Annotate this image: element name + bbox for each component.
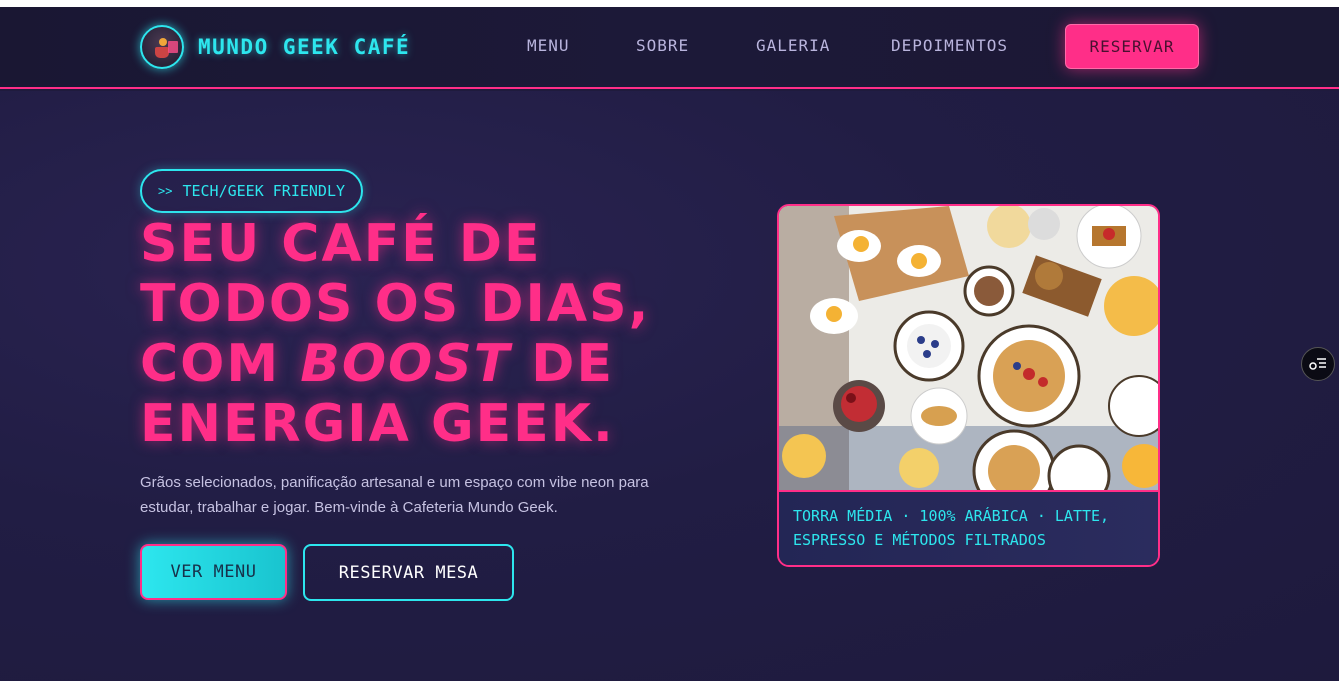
view-menu-button[interactable]: VER MENU bbox=[140, 544, 287, 600]
headline-line-4: ENERGIA GEEK. bbox=[140, 394, 615, 454]
navbar: MUNDO GEEK CAFÉ MENU SOBRE GALERIA DEPOI… bbox=[0, 7, 1339, 89]
headline-boost: BOOST bbox=[300, 334, 512, 394]
reserve-button[interactable]: RESERVAR bbox=[1065, 24, 1199, 69]
brand-name: MUNDO GEEK CAFÉ bbox=[198, 35, 411, 59]
nav-link-sobre[interactable]: SOBRE bbox=[636, 36, 689, 55]
nav-link-galeria[interactable]: GALERIA bbox=[756, 36, 830, 55]
arrow-icon: >> bbox=[158, 184, 173, 198]
headline-line-3-pre: COM bbox=[140, 334, 301, 394]
headline-line-2: TODOS OS DIAS, bbox=[140, 274, 651, 334]
headline-line-3-post: DE bbox=[511, 334, 614, 394]
reserve-table-button[interactable]: RESERVAR MESA bbox=[303, 544, 514, 601]
nav-link-depoimentos[interactable]: DEPOIMENTOS bbox=[891, 36, 1008, 55]
hero-subtext: Grãos selecionados, panificação artesana… bbox=[140, 474, 649, 516]
breakfast-table-photo bbox=[779, 206, 1158, 490]
photo-illustration bbox=[779, 206, 1158, 490]
tag-label: TECH/GEEK FRIENDLY bbox=[182, 182, 346, 200]
hero-card: TORRA MÉDIA · 100% ARÁBICA · LATTE, ESPR… bbox=[777, 204, 1160, 567]
hero-headline: SEU CAFÉ DE TODOS OS DIAS, COM BOOST DE … bbox=[140, 214, 700, 454]
card-caption: TORRA MÉDIA · 100% ARÁBICA · LATTE, ESPR… bbox=[779, 490, 1158, 565]
brand[interactable]: MUNDO GEEK CAFÉ bbox=[140, 25, 410, 69]
cafe-logo-icon bbox=[140, 25, 184, 69]
accessibility-menu-icon[interactable] bbox=[1301, 347, 1335, 381]
top-strip bbox=[0, 0, 1339, 7]
tag-badge: >> TECH/GEEK FRIENDLY bbox=[140, 169, 364, 213]
nav-link-menu[interactable]: MENU bbox=[527, 36, 570, 55]
headline-line-1: SEU CAFÉ DE bbox=[140, 214, 542, 274]
